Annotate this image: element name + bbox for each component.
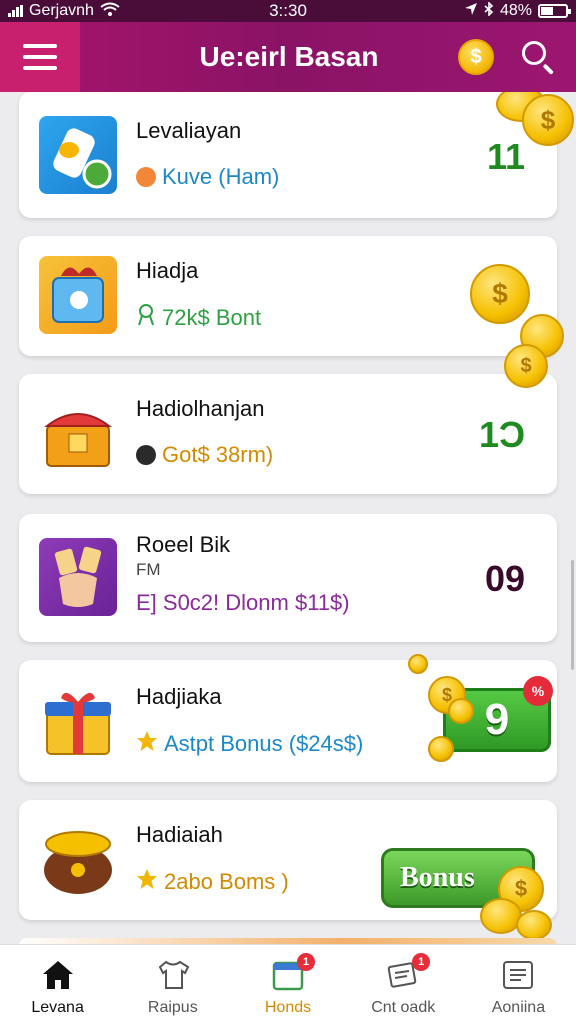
star-icon <box>136 730 158 758</box>
coin-icon <box>428 736 454 762</box>
search-icon <box>522 41 546 65</box>
item-count: 09 <box>484 558 525 599</box>
coin-icon <box>448 698 474 724</box>
item-subtitle: Kuve (Ham) <box>162 164 280 189</box>
cards-icon: 1 <box>386 953 431 991</box>
item-title: Hadjiaka <box>136 684 222 709</box>
item-subtitle-row: Kuve (Ham) <box>136 164 279 190</box>
home-icon <box>41 959 75 991</box>
pot-icon <box>39 820 117 898</box>
tablet-icon: 1 <box>271 953 315 991</box>
nav-item-aoniina[interactable]: Aoniina <box>461 945 576 1024</box>
notification-badge: 1 <box>297 953 315 971</box>
location-icon <box>464 2 478 21</box>
carrier-name: Gerjavnh <box>29 2 94 19</box>
item-title: Roeel Bik <box>136 532 231 557</box>
face-icon <box>136 445 156 465</box>
bottom-nav: Levana Raipus 1 Honds 1 Cnt oadk Aoniina <box>0 944 576 1024</box>
nav-label: Raipus <box>147 999 198 1016</box>
coin-icon: $ <box>522 94 574 146</box>
coin-icon: $ <box>504 344 548 388</box>
item-title: Hiadja <box>136 258 199 283</box>
nav-label: Levana <box>31 999 84 1016</box>
gift-box-icon <box>39 682 117 760</box>
battery-percent: 48% <box>499 2 533 19</box>
ribbon-icon <box>136 304 156 332</box>
item-tag: FM <box>136 560 161 579</box>
search-icon-handle <box>542 63 554 75</box>
battery-icon <box>538 4 572 18</box>
item-subtitle-row: 2abo Boms ) <box>136 868 289 896</box>
hamburger-line <box>23 55 57 59</box>
nav-item-home[interactable]: Levana <box>0 945 115 1024</box>
item-title: Hadiolhanjan <box>136 396 265 421</box>
nav-item-cnt-oadk[interactable]: 1 Cnt oadk <box>346 945 461 1024</box>
nav-label: Honds <box>264 999 312 1016</box>
list-item[interactable]: Hadiolhanjan Got$ 38rm) 1Ɔ <box>19 374 557 494</box>
gift-bag-icon <box>39 256 117 334</box>
coin-stack-icon <box>516 910 552 940</box>
nav-label: Cnt oadk <box>371 999 436 1016</box>
app-header: Ue:eirl Basan $ <box>0 22 576 92</box>
coin-icon <box>408 654 428 674</box>
clock: 3::30 <box>269 1 307 20</box>
list-item[interactable]: Levaliayan Kuve (Ham) 11 <box>19 92 557 218</box>
item-subtitle: Got$ 38rm) <box>162 442 274 467</box>
signal-icon <box>8 5 23 17</box>
item-subtitle: 2abo Boms ) <box>164 869 289 894</box>
scrollbar[interactable] <box>571 560 574 670</box>
hands-app-icon <box>39 538 117 616</box>
hamburger-line <box>23 66 57 70</box>
item-subtitle-row: 72k$ Bont <box>136 304 261 332</box>
treasure-chest-icon <box>39 396 117 474</box>
coin-icon: $ <box>470 45 482 68</box>
coin-icon: $ <box>470 264 530 324</box>
list-item[interactable]: Hadjiaka Astpt Bonus ($24s$) 9 % <box>19 660 557 782</box>
item-subtitle-row: Got$ 38rm) <box>136 442 273 468</box>
item-subtitle-row: Astpt Bonus ($24s$) <box>136 730 363 758</box>
item-subtitle: E] S0c2! Dlonm $11$) <box>136 590 350 615</box>
item-count: 9 <box>484 695 510 744</box>
item-count: 1Ɔ <box>478 414 525 455</box>
nav-label: Aoniina <box>491 999 546 1016</box>
item-title: Levaliayan <box>136 118 242 143</box>
item-subtitle: Astpt Bonus ($24s$) <box>164 731 364 756</box>
status-bar: Gerjavnh 3::30 48% <box>0 0 576 22</box>
item-title: Hadiaiah <box>136 822 223 847</box>
notification-badge: 1 <box>412 953 431 971</box>
item-count: 11 <box>486 136 525 177</box>
wifi-icon <box>100 2 120 21</box>
mug-app-icon <box>39 116 117 194</box>
item-subtitle: 72k$ Bont <box>162 305 262 330</box>
page-title: Ue:eirl Basan <box>199 41 379 72</box>
list-icon <box>501 959 535 991</box>
item-subtitle-row: E] S0c2! Dlonm $11$) <box>136 590 350 616</box>
hamburger-icon <box>23 44 57 48</box>
menu-button[interactable] <box>0 22 80 92</box>
orange-badge-icon <box>136 167 156 187</box>
discount-badge: % <box>523 676 553 706</box>
search-button[interactable] <box>518 37 558 77</box>
coin-wallet-button[interactable]: $ <box>458 39 494 75</box>
star-icon <box>136 868 158 896</box>
bluetooth-icon <box>484 0 494 21</box>
nav-item-honds[interactable]: 1 Honds <box>230 945 345 1024</box>
reward-list: Levaliayan Kuve (Ham) 11 Hiadja 72k$ Bon… <box>0 92 576 944</box>
list-item[interactable]: Roeel Bik FM E] S0c2! Dlonm $11$) 09 <box>19 514 557 642</box>
list-item[interactable]: Hadiaiah 2abo Boms ) Bonus <box>19 800 557 920</box>
shirt-icon <box>156 959 190 991</box>
nav-item-raipus[interactable]: Raipus <box>115 945 230 1024</box>
